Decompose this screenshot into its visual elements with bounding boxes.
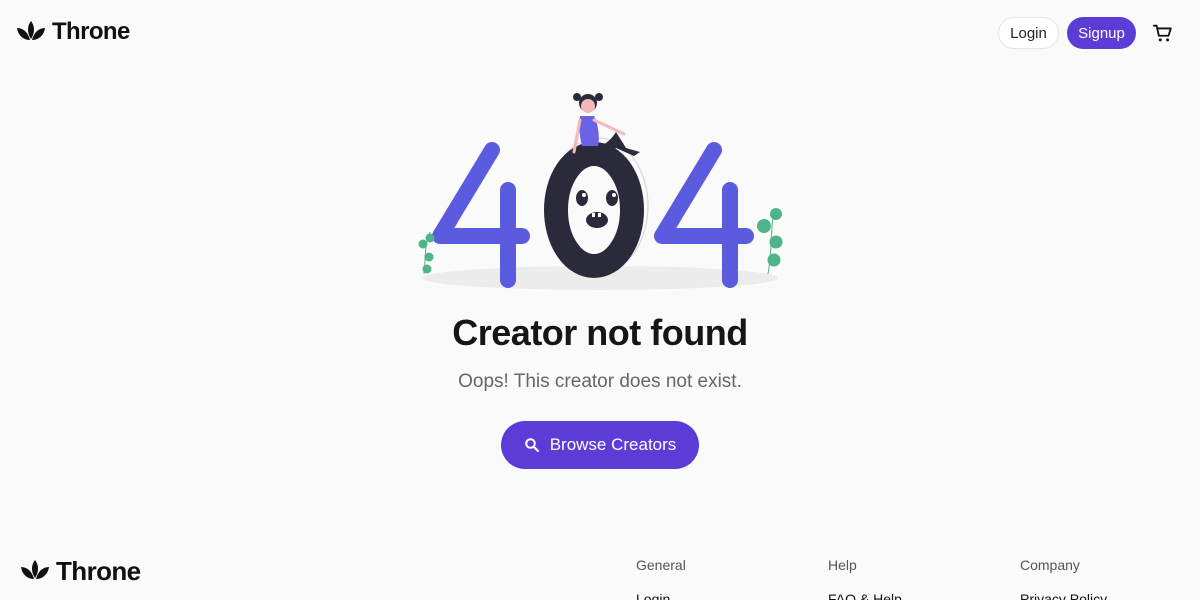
brand-home-link[interactable]: Throne — [16, 19, 130, 45]
search-icon — [524, 438, 539, 453]
throne-logo-icon — [21, 560, 49, 579]
not-found-illustration — [410, 86, 790, 296]
header: Throne Login Signup — [0, 0, 1200, 66]
footer-brand-name: Throne — [56, 556, 141, 586]
footer-column-help: Help FAQ & Help — [828, 557, 902, 600]
page: Throne Login Signup Creator not found Oo… — [0, 0, 1200, 600]
footer-heading-company: Company — [1020, 557, 1080, 573]
cart-icon — [1152, 24, 1172, 42]
footer-link-faq[interactable]: FAQ & Help — [828, 591, 902, 600]
illustration-404-graphic — [418, 93, 783, 290]
footer-heading-general: General — [636, 557, 686, 573]
page-subtitle: Oops! This creator does not exist. — [458, 371, 742, 392]
footer-link-privacy[interactable]: Privacy Policy — [1020, 591, 1107, 600]
brand-name: Throne — [52, 18, 130, 45]
footer-link-login[interactable]: Login — [636, 591, 686, 600]
login-button[interactable]: Login — [998, 17, 1059, 49]
footer-column-company: Company Privacy Policy — [1020, 557, 1107, 600]
footer-column-general: General Login — [636, 557, 686, 600]
browse-creators-button[interactable]: Browse Creators — [501, 421, 699, 469]
footer-heading-help: Help — [828, 557, 857, 573]
cart-button[interactable] — [1150, 20, 1176, 46]
footer-brand[interactable]: Throne — [20, 557, 141, 585]
browse-creators-label: Browse Creators — [549, 435, 677, 454]
throne-logo-icon — [17, 21, 45, 40]
page-title: Creator not found — [452, 312, 748, 353]
signup-button[interactable]: Signup — [1067, 17, 1136, 49]
